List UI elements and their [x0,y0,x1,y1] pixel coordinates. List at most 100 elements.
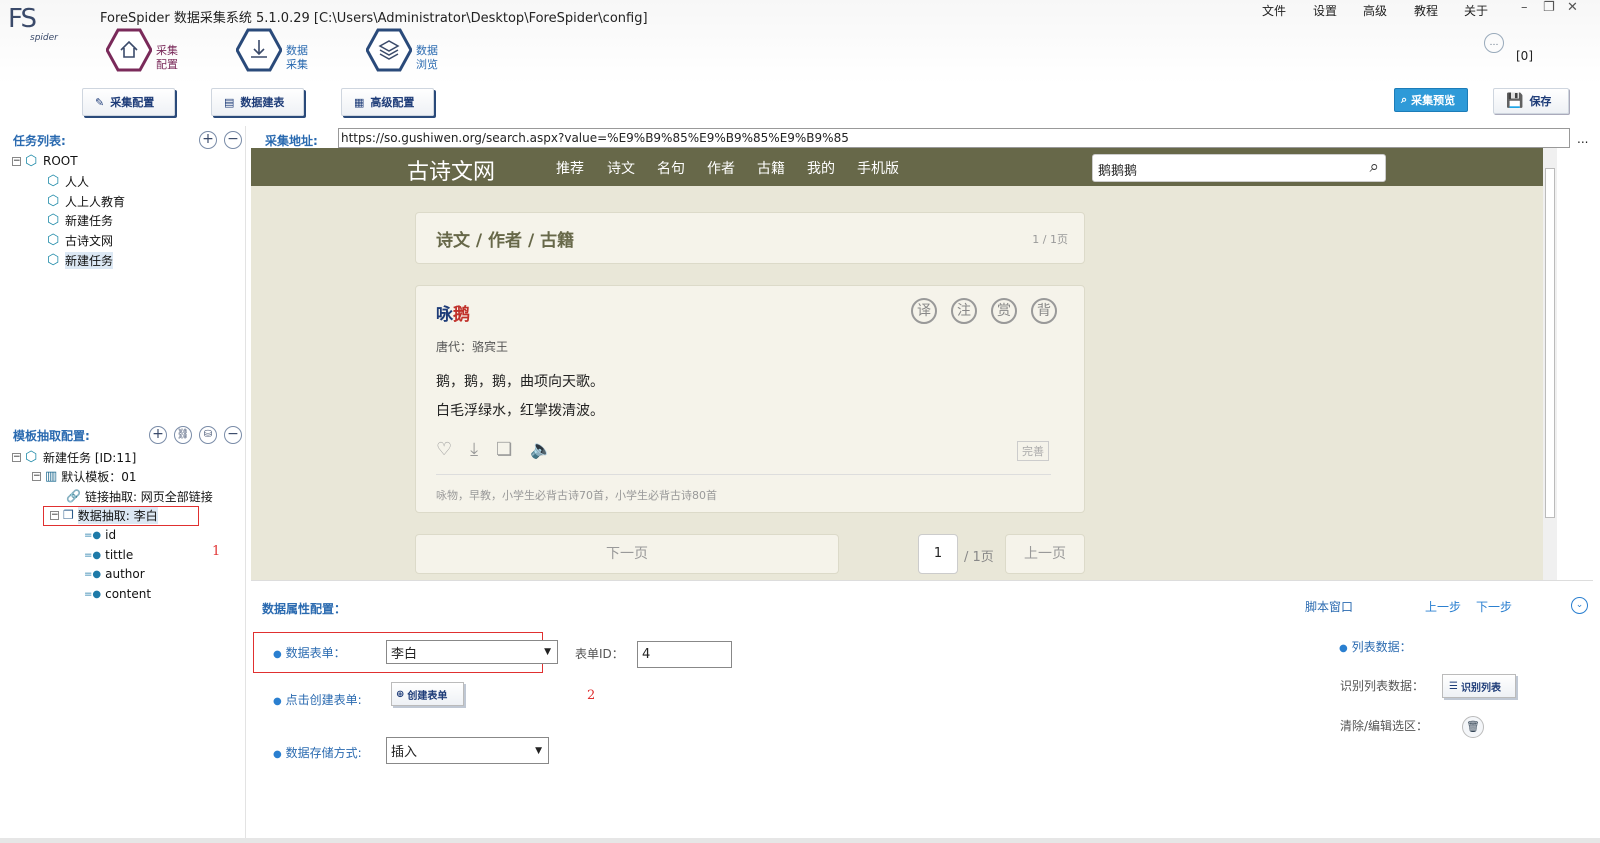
dropdown-arrow-icon: ▼ [544,647,551,657]
poem-tags[interactable]: 咏物，早教，小学生必背古诗70首，小学生必背古诗80首 [436,487,717,503]
template-config-title: 模板抽取配置: [13,429,90,443]
site-nav-item[interactable]: 手机版 [857,158,899,178]
add-template-button[interactable]: + [149,426,167,444]
next-page-button[interactable]: 下一页 [415,534,839,574]
nav-data-collect[interactable]: 数据 采集 [236,26,346,78]
field-node[interactable]: =● tittle [84,546,133,564]
home-icon [106,28,152,72]
collect-config-button[interactable]: ✎ 采集配置 [82,88,175,116]
speaker-icon[interactable]: 🔈 [530,439,552,460]
tree-item[interactable]: ⬡ 新建任务 [47,211,113,229]
poem-title[interactable]: 咏鹅 [436,300,470,325]
message-icon[interactable]: … [1484,33,1504,53]
site-nav-item[interactable]: 推荐 [556,158,584,178]
search-icon: ⌕ [1401,93,1408,106]
cube-icon: ⬡ [47,193,60,209]
add-task-button[interactable]: + [199,131,217,149]
chevron-down-icon[interactable]: ⌄ [1571,597,1588,614]
recite-icon[interactable]: 背 [1031,298,1057,324]
create-table-button[interactable]: ⊕ 创建表单 [391,682,464,706]
heart-icon[interactable]: ♡ [436,439,452,460]
menu-settings[interactable]: 设置 [1313,2,1337,19]
tree-item[interactable]: ⬡ 人人 [47,172,89,190]
perfect-button[interactable]: 完善 [1017,441,1049,461]
data-table-button[interactable]: ▤ 数据建表 [211,88,304,116]
prev-page-button[interactable]: 上一页 [1005,534,1085,574]
poem-line-1: 鹅，鹅，鹅，曲项向天歌。 [436,374,604,390]
next-step-link[interactable]: 下一步 [1476,598,1512,615]
field-icon: =● [84,568,102,580]
identify-list-button[interactable]: ☰ 识别列表 [1442,674,1516,698]
task-list-title: 任务列表: [13,134,66,148]
link-extract-node[interactable]: 🔗 链接抽取: 网页全部链接 [66,487,213,505]
annotate-icon[interactable]: 注 [951,298,977,324]
advanced-config-button[interactable]: ▦ 高级配置 [341,88,434,116]
site-nav-item[interactable]: 古籍 [757,158,785,178]
collapse-icon[interactable]: − [32,471,41,481]
link-icon: 🔗 [66,489,81,503]
field-node[interactable]: =● content [84,585,151,603]
minimize-icon[interactable]: – [1521,0,1528,15]
author-link[interactable]: 骆宾王 [472,340,508,354]
template-task[interactable]: − ⬡ 新建任务 [ID:11] [12,448,136,466]
default-template[interactable]: − ▥ 默认模板：01 [32,467,137,485]
save-button[interactable]: 💾 保存 [1493,88,1569,114]
url-input[interactable]: https://so.gushiwen.org/search.aspx?valu… [338,128,1570,148]
restore-icon[interactable]: ❐ [1543,0,1555,15]
close-icon[interactable]: ✕ [1567,0,1578,15]
data-extract-button[interactable]: ⛁ [199,426,217,444]
grid-icon: ▦ [354,95,365,109]
appreciate-icon[interactable]: 赏 [991,298,1017,324]
web-scrollbar[interactable] [1543,148,1557,580]
copy-icon[interactable]: ❏ [496,439,512,460]
cube-icon: ⬡ [25,153,38,169]
menu-about[interactable]: 关于 [1464,2,1488,19]
menu-tutorial[interactable]: 教程 [1414,2,1438,19]
site-nav-item[interactable]: 作者 [707,158,735,178]
collapse-icon[interactable]: − [12,452,21,462]
scrollbar-thumb[interactable] [1545,168,1555,518]
nav-collect-config[interactable]: 采集 配置 [106,26,216,78]
tree-item[interactable]: ⬡ 古诗文网 [47,231,113,249]
site-logo[interactable]: 古诗文网 [407,154,495,186]
menu-file[interactable]: 文件 [1262,2,1286,19]
clear-selection-label: 清除/编辑选区： [1340,719,1429,733]
cube-icon: ⬡ [25,449,38,465]
data-table-field-label: ● 数据表单： [273,646,346,660]
highlight-box [43,506,199,526]
table-icon: ▥ [45,468,58,484]
prev-step-link[interactable]: 上一步 [1425,598,1461,615]
collapse-icon[interactable]: − [12,156,21,166]
field-node[interactable]: =● author [84,565,145,583]
site-search-value: 鹅鹅鹅 [1098,164,1138,179]
nav-data-browse[interactable]: 数据 浏览 [366,26,476,78]
tree-item[interactable]: ⬡ 人上人教育 [47,192,125,210]
page-number-input[interactable]: 1 [918,534,958,574]
site-search-input[interactable]: 鹅鹅鹅 ⌕ [1092,154,1386,182]
site-nav-item[interactable]: 诗文 [607,158,635,178]
script-window-link[interactable]: 脚本窗口 [1305,598,1353,615]
field-node[interactable]: =● id [84,526,116,544]
search-icon[interactable]: ⌕ [1369,157,1379,177]
storage-mode-select[interactable]: 插入 ▼ [386,737,549,764]
trash-icon[interactable]: 🗑 [1462,716,1484,738]
remove-task-button[interactable]: − [224,131,242,149]
data-table-select[interactable]: 李白 ▼ [386,640,558,664]
divider [436,474,1051,475]
site-nav-item[interactable]: 名句 [657,158,685,178]
remove-template-button[interactable]: − [224,426,242,444]
translate-icon[interactable]: 译 [911,298,937,324]
create-table-label: ● 点击创建表单: [273,693,362,707]
site-nav-item[interactable]: 我的 [807,158,835,178]
download-icon[interactable]: ⤓ [470,439,478,460]
tree-item[interactable]: ⬡ 新建任务 [47,251,114,269]
cube-icon: ⬡ [47,252,60,268]
table-id-input[interactable]: 4 [637,641,732,668]
collect-preview-button[interactable]: ⌕ 采集预览 [1394,88,1468,112]
link-extract-button[interactable]: ⛓ [174,426,192,444]
url-more-button[interactable]: ... [1577,132,1588,146]
menu-advanced[interactable]: 高级 [1363,2,1387,19]
tree-root[interactable]: − ⬡ ROOT [12,152,78,170]
download-icon [236,28,282,72]
breadcrumb[interactable]: 诗文 / 作者 / 古籍 [436,226,574,251]
